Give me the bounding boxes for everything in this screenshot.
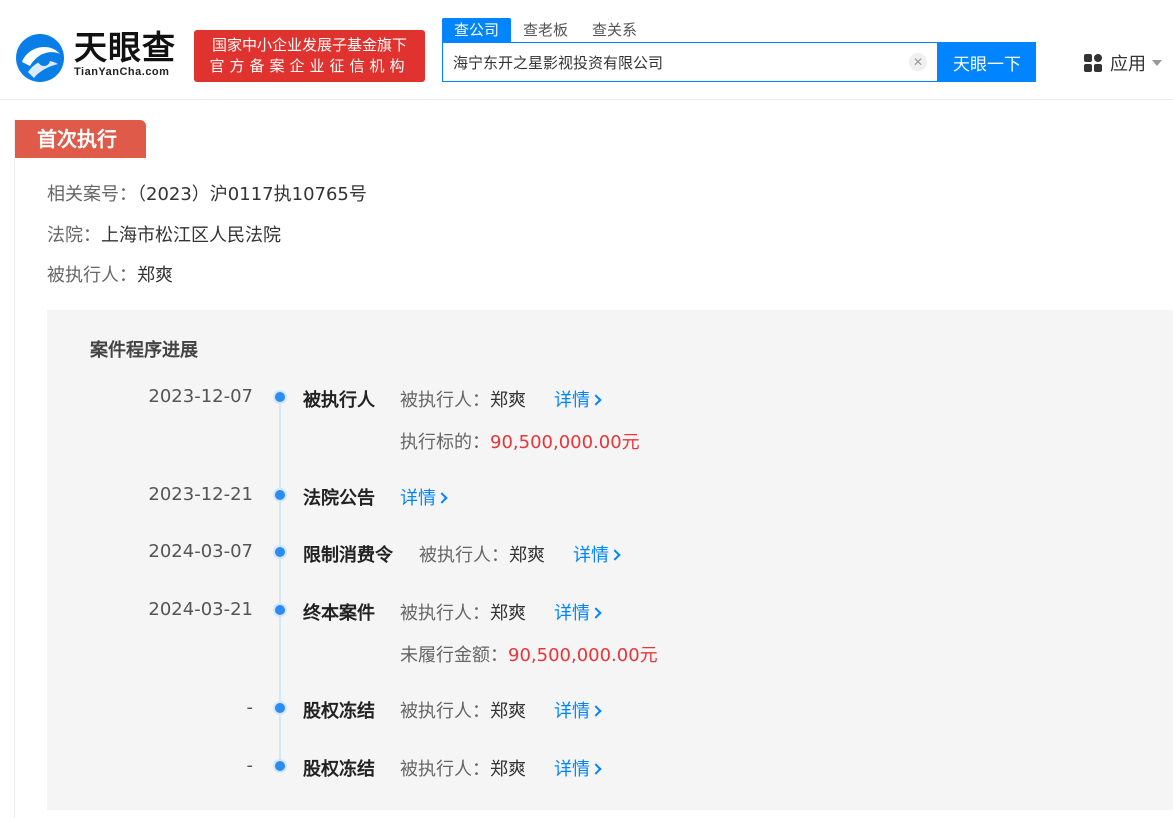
timeline-date: 2024-03-21 <box>148 599 253 620</box>
timeline-field: 被执行人：郑爽 <box>419 541 545 567</box>
timeline-dot <box>273 759 287 773</box>
field-value: 郑爽 <box>490 390 526 411</box>
detail-link[interactable]: 详情 <box>573 541 621 567</box>
timeline-date: 2023-12-21 <box>148 484 253 505</box>
field-label: 被执行人： <box>400 759 490 780</box>
field-value: 郑爽 <box>490 759 526 780</box>
timeline-date: 2023-12-07 <box>148 386 253 407</box>
timeline-title: 终本案件 <box>303 603 375 624</box>
detail-link-label: 详情 <box>573 545 609 566</box>
extra-amount: 90,500,000.00元 <box>508 645 658 666</box>
extra-label: 未履行金额： <box>400 645 508 666</box>
timeline-title: 股权冻结 <box>303 701 375 722</box>
timeline-title: 股权冻结 <box>303 759 375 780</box>
case-number-label: 相关案号： <box>47 184 137 205</box>
badge-line-1: 国家中小企业发展子基金旗下 <box>211 36 407 54</box>
timeline-title: 法院公告 <box>303 488 375 509</box>
tianyancha-logo-icon <box>16 34 64 82</box>
chevron-right-icon <box>590 763 602 775</box>
logo-text: 天眼查 <box>74 28 176 67</box>
field-label: 被执行人： <box>400 701 490 722</box>
detail-link-label: 详情 <box>554 759 590 780</box>
timeline-field: 被执行人：郑爽 <box>400 386 526 412</box>
case-progress-title: 案件程序进展 <box>90 340 198 361</box>
chevron-right-icon <box>590 394 602 406</box>
detail-link[interactable]: 详情 <box>554 755 602 781</box>
tab-relation[interactable]: 查关系 <box>580 18 649 42</box>
timeline-dot <box>273 488 287 502</box>
apps-label: 应用 <box>1110 54 1146 75</box>
timeline-extra: 执行标的：90,500,000.00元 <box>400 428 640 454</box>
chevron-right-icon <box>590 607 602 619</box>
timeline-date: 2024-03-07 <box>148 541 253 562</box>
detail-link-label: 详情 <box>554 701 590 722</box>
section-tag: 首次执行 <box>15 120 146 158</box>
timeline-date: - <box>246 755 254 776</box>
case-number-value: （2023）沪0117执10765号 <box>137 184 367 205</box>
field-label: 被执行人： <box>400 390 490 411</box>
tab-company[interactable]: 查公司 <box>442 18 512 42</box>
case-number-row: 相关案号：（2023）沪0117执10765号 <box>47 180 367 206</box>
logo-subtitle: TianYanCha.com <box>74 66 170 78</box>
subject-value: 郑爽 <box>137 265 173 286</box>
timeline-title: 被执行人 <box>303 390 375 411</box>
court-label: 法院： <box>47 225 101 246</box>
field-value: 郑爽 <box>490 603 526 624</box>
timeline-dot <box>273 545 287 559</box>
timeline-dot <box>273 701 287 715</box>
subject-label: 被执行人： <box>47 265 137 286</box>
detail-link[interactable]: 详情 <box>400 484 448 510</box>
apps-grid-icon <box>1084 54 1102 72</box>
search-box: ✕ <box>442 42 938 82</box>
chevron-right-icon <box>436 492 448 504</box>
search-tabs: 查公司 查老板 查关系 <box>442 18 649 42</box>
detail-link-label: 详情 <box>554 390 590 411</box>
timeline-title: 限制消费令 <box>303 545 393 566</box>
timeline-extra: 未履行金额：90,500,000.00元 <box>400 641 658 667</box>
detail-link-label: 详情 <box>554 603 590 624</box>
court-value: 上海市松江区人民法院 <box>101 225 281 246</box>
caret-down-icon <box>1152 60 1162 66</box>
timeline-field: 被执行人：郑爽 <box>400 755 526 781</box>
timeline-date: - <box>246 697 254 718</box>
clear-icon[interactable]: ✕ <box>909 53 927 71</box>
search-input[interactable] <box>453 43 903 81</box>
detail-link[interactable]: 详情 <box>554 599 602 625</box>
extra-label: 执行标的： <box>400 432 490 453</box>
apps-menu[interactable]: 应用 <box>1084 50 1162 76</box>
field-value: 郑爽 <box>490 701 526 722</box>
chevron-right-icon <box>609 549 621 561</box>
badge-line-2: 官方备案企业征信机构 <box>209 57 410 75</box>
field-value: 郑爽 <box>509 545 545 566</box>
court-row: 法院：上海市松江区人民法院 <box>47 221 281 247</box>
top-header: 天眼查 TianYanCha.com 国家中小企业发展子基金旗下 官方备案企业征… <box>0 0 1173 100</box>
subject-row: 被执行人：郑爽 <box>47 261 173 287</box>
search-button[interactable]: 天眼一下 <box>938 42 1036 82</box>
extra-amount: 90,500,000.00元 <box>490 432 640 453</box>
detail-link-label: 详情 <box>400 488 436 509</box>
timeline-dot <box>273 390 287 404</box>
timeline-dot <box>273 603 287 617</box>
tab-boss[interactable]: 查老板 <box>511 18 580 42</box>
chevron-right-icon <box>590 705 602 717</box>
timeline-field: 被执行人：郑爽 <box>400 599 526 625</box>
detail-link[interactable]: 详情 <box>554 386 602 412</box>
detail-link[interactable]: 详情 <box>554 697 602 723</box>
field-label: 被执行人： <box>400 603 490 624</box>
timeline-field: 被执行人：郑爽 <box>400 697 526 723</box>
official-badge: 国家中小企业发展子基金旗下 官方备案企业征信机构 <box>194 30 425 82</box>
logo[interactable]: 天眼查 TianYanCha.com <box>14 28 194 84</box>
field-label: 被执行人： <box>419 545 509 566</box>
